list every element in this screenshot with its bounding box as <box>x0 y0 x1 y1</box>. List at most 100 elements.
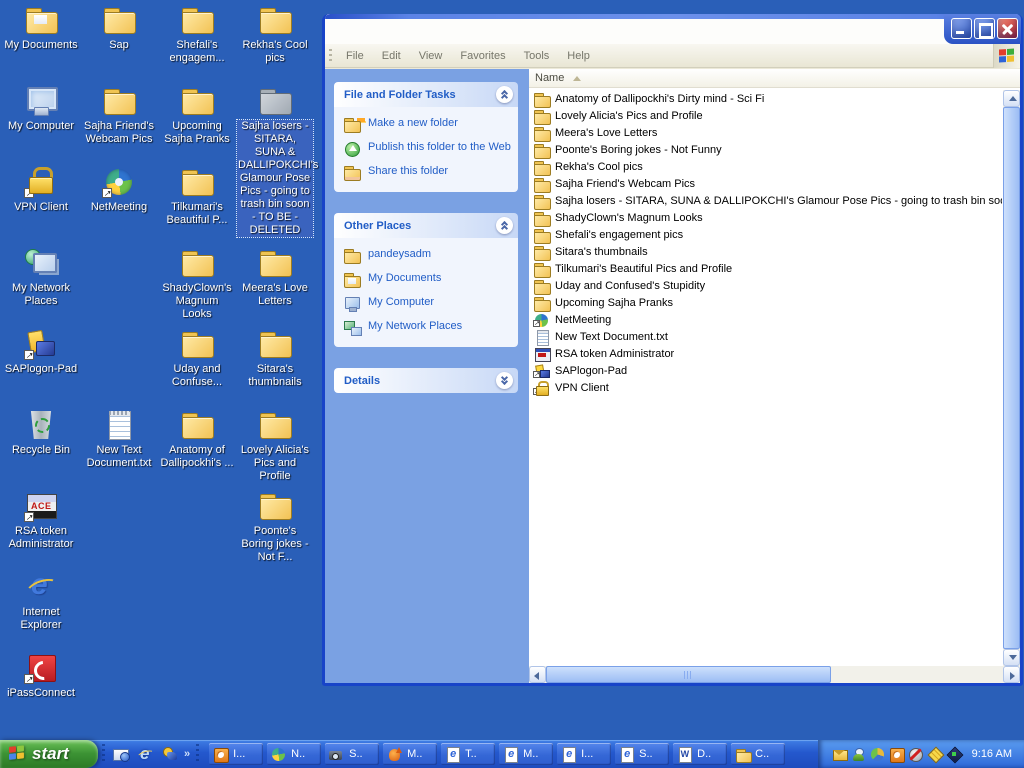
window-titlebar[interactable] <box>325 14 1020 44</box>
file-row[interactable]: RSA token Administrator <box>530 345 1002 362</box>
file-row[interactable]: New Text Document.txt <box>530 328 1002 345</box>
desktop-icon[interactable]: Uday and Confuse... <box>158 328 236 409</box>
vertical-scroll-thumb[interactable] <box>1003 107 1020 649</box>
desktop-icon[interactable]: iPassConnect <box>2 652 80 733</box>
file-row[interactable]: Shefali's engagement pics <box>530 226 1002 243</box>
file-name: Lovely Alicia's Pics and Profile <box>555 110 703 122</box>
vertical-scrollbar[interactable] <box>1003 90 1020 666</box>
menu-item[interactable]: File <box>337 46 373 66</box>
maximize-button[interactable] <box>974 18 995 39</box>
tr-swirl-icon[interactable] <box>870 747 886 762</box>
menu-item[interactable]: Edit <box>373 46 410 66</box>
ql-ie-icon[interactable] <box>137 746 154 762</box>
task-link[interactable]: Share this folder <box>344 165 514 180</box>
desktop-icon[interactable]: NetMeeting <box>80 166 158 247</box>
menu-item[interactable]: Help <box>558 46 599 66</box>
scroll-track[interactable] <box>831 666 1003 683</box>
desktop-icon[interactable]: New Text Document.txt <box>80 409 158 490</box>
file-row[interactable]: SAPlogon-Pad <box>530 362 1002 379</box>
place-link[interactable]: My Documents <box>344 272 514 287</box>
collapse-chevron-up-icon[interactable] <box>496 217 513 234</box>
file-row[interactable]: Lovely Alicia's Pics and Profile <box>530 107 1002 124</box>
desktop-icon[interactable]: Anatomy of Dallipockhi's ... <box>158 409 236 490</box>
file-row[interactable]: Tilkumari's Beautiful Pics and Profile <box>530 260 1002 277</box>
taskbar-button[interactable]: T.. <box>441 743 495 765</box>
file-row[interactable]: Rekha's Cool pics <box>530 158 1002 175</box>
ql-outlook-icon[interactable] <box>113 746 130 762</box>
file-row[interactable]: Uday and Confused's Stupidity <box>530 277 1002 294</box>
desktop-icon[interactable]: Tilkumari's Beautiful P... <box>158 166 236 247</box>
menu-item[interactable]: Tools <box>515 46 559 66</box>
horizontal-scrollbar[interactable] <box>529 666 1020 683</box>
file-row[interactable]: Poonte's Boring jokes - Not Funny <box>530 141 1002 158</box>
desktop-icon[interactable]: Poonte's Boring jokes - Not F... <box>236 490 314 571</box>
taskbar-button[interactable]: S.. <box>325 743 379 765</box>
taskbar-button[interactable]: M.. <box>499 743 553 765</box>
taskbar-button[interactable]: D.. <box>673 743 727 765</box>
place-link[interactable]: My Network Places <box>344 320 514 335</box>
file-row[interactable]: Sajha losers - SITARA, SUNA & DALLIPOKCH… <box>530 192 1002 209</box>
scroll-down-button[interactable] <box>1003 649 1020 666</box>
desktop-icon[interactable]: My Documents <box>2 4 80 85</box>
file-row[interactable]: VPN Client <box>530 379 1002 396</box>
place-link[interactable]: My Computer <box>344 296 514 311</box>
desktop-icon[interactable]: ShadyClown's Magnum Looks <box>158 247 236 328</box>
collapse-chevron-up-icon[interactable] <box>496 86 513 103</box>
tr-diamond-g-icon[interactable] <box>946 747 962 762</box>
desktop-icon[interactable]: My Computer <box>2 85 80 166</box>
task-link[interactable]: Make a new folder <box>344 117 514 132</box>
desktop-icon[interactable]: Internet Explorer <box>2 571 80 652</box>
desktop-icon[interactable]: Shefali's engagem... <box>158 4 236 85</box>
taskbar-button[interactable]: I... <box>209 743 263 765</box>
horizontal-scroll-thumb[interactable] <box>546 666 831 683</box>
task-link[interactable]: Publish this folder to the Web <box>344 141 514 156</box>
scroll-right-button[interactable] <box>1003 666 1020 683</box>
scroll-up-button[interactable] <box>1003 90 1020 107</box>
tr-clock-icon[interactable] <box>889 747 905 762</box>
scroll-left-button[interactable] <box>529 666 546 683</box>
taskbar-button[interactable]: M.. <box>383 743 437 765</box>
file-row[interactable]: Meera's Love Letters <box>530 124 1002 141</box>
file-row[interactable]: Anatomy of Dallipockhi's Dirty mind - Sc… <box>530 90 1002 107</box>
desktop-icon[interactable]: Recycle Bin <box>2 409 80 490</box>
menu-item[interactable]: View <box>410 46 452 66</box>
tr-diamond-y-icon[interactable] <box>927 747 943 762</box>
desktop-icon[interactable]: Lovely Alicia's Pics and Profile <box>236 409 314 490</box>
start-button[interactable]: start <box>0 740 98 768</box>
tr-person-icon[interactable] <box>851 747 867 762</box>
toolbar-grip[interactable] <box>329 49 332 63</box>
place-link[interactable]: pandeysadm <box>344 248 514 263</box>
quick-launch-overflow-chevron[interactable]: » <box>182 748 192 760</box>
file-row[interactable]: Sitara's thumbnails <box>530 243 1002 260</box>
desktop-icon[interactable]: VPN Client <box>2 166 80 247</box>
desktop-icon[interactable]: Meera's Love Letters <box>236 247 314 328</box>
taskbar-button[interactable]: I... <box>557 743 611 765</box>
tr-mute-icon[interactable] <box>908 747 924 762</box>
file-row[interactable]: NetMeeting <box>530 311 1002 328</box>
file-row[interactable]: Upcoming Sajha Pranks <box>530 294 1002 311</box>
file-row[interactable]: ShadyClown's Magnum Looks <box>530 209 1002 226</box>
desktop-icon[interactable]: Upcoming Sajha Pranks <box>158 85 236 166</box>
desktop-icon[interactable]: RSA token Administrator <box>2 490 80 571</box>
desktop-icon[interactable]: Sajha Friend's Webcam Pics <box>80 85 158 166</box>
close-button[interactable] <box>997 18 1018 39</box>
desktop-icon[interactable]: SAPlogon-Pad <box>2 328 80 409</box>
menu-item[interactable]: Favorites <box>451 46 514 66</box>
desktop-icon[interactable]: Rekha's Cool pics <box>236 4 314 85</box>
tr-mail-icon[interactable] <box>832 747 848 762</box>
panel-header[interactable]: Other Places <box>334 213 518 238</box>
taskbar-button[interactable]: N.. <box>267 743 321 765</box>
column-header-name[interactable]: Name <box>529 69 1020 88</box>
panel-header[interactable]: Details <box>334 368 518 393</box>
taskbar-button[interactable]: C.. <box>731 743 785 765</box>
minimize-button[interactable] <box>951 18 972 39</box>
desktop-icon[interactable]: My Network Places <box>2 247 80 328</box>
desktop-icon[interactable]: Sajha losers - SITARA, SUNA & DALLIPOKCH… <box>236 85 314 166</box>
taskbar-button[interactable]: S.. <box>615 743 669 765</box>
file-row[interactable]: Sajha Friend's Webcam Pics <box>530 175 1002 192</box>
desktop-icon[interactable]: Sap <box>80 4 158 85</box>
desktop-icon[interactable]: Sitara's thumbnails <box>236 328 314 409</box>
ql-msgr-icon[interactable] <box>161 746 178 762</box>
expand-chevron-down-icon[interactable] <box>496 372 513 389</box>
panel-header[interactable]: File and Folder Tasks <box>334 82 518 107</box>
